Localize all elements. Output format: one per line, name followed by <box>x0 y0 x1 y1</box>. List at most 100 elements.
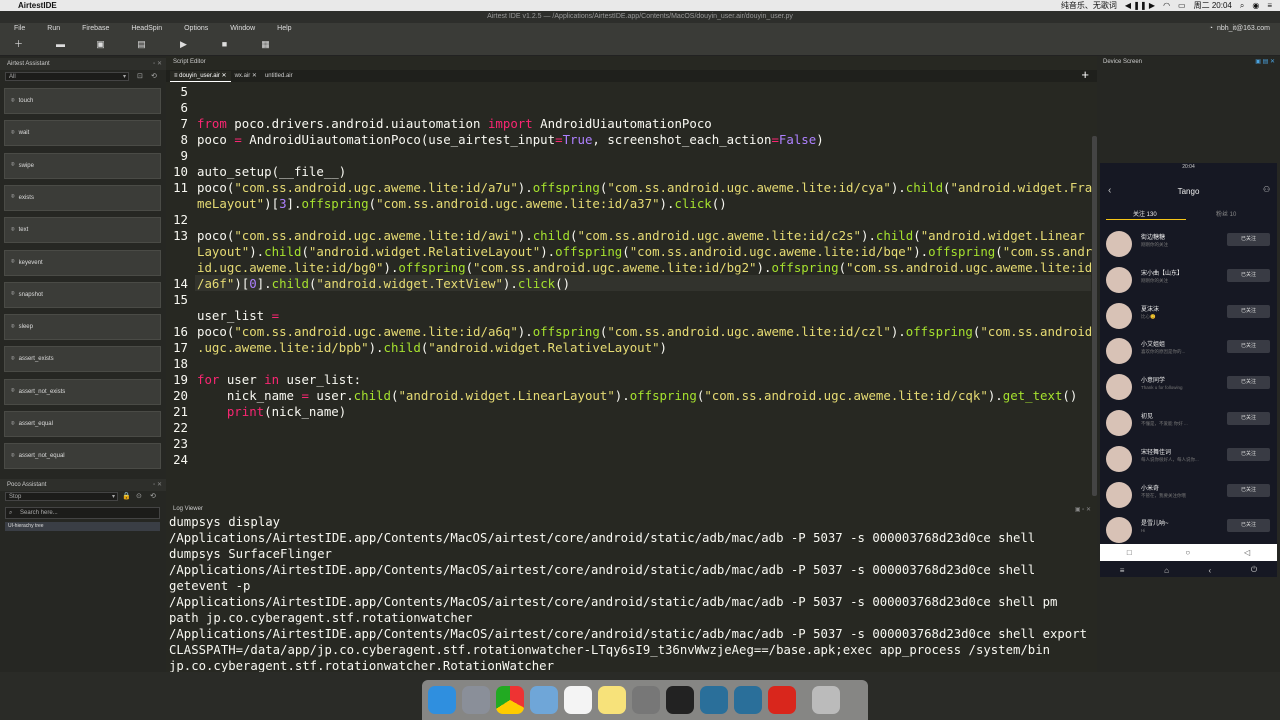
lock-icon[interactable]: 🔒 <box>122 492 131 500</box>
user-row[interactable]: 小艾姐姐 喜欢你的原因是你的... 已关注 <box>1100 332 1277 368</box>
avatar[interactable] <box>1106 445 1132 472</box>
refresh-icon[interactable]: ⟲ <box>150 492 156 500</box>
airtest-btn-swipe[interactable]: ⌾ swipe <box>4 152 161 179</box>
finder-icon[interactable] <box>428 686 456 714</box>
tab-douyin-user[interactable]: ≡ douyin_user.air ✕ <box>170 71 231 82</box>
reminders-icon[interactable] <box>564 686 592 714</box>
back-icon[interactable]: ‹ <box>1209 566 1212 575</box>
airtest-btn-sleep[interactable]: ⌾ sleep <box>4 314 161 341</box>
add-friend-icon[interactable]: ⚇ <box>1263 185 1270 194</box>
code-line[interactable]: poco("com.ss.android.ugc.aweme.lite:id/a… <box>197 180 1092 195</box>
airtest-btn-assert-equal[interactable]: ⌾ assert_equal <box>4 411 161 437</box>
capture-icon[interactable]: ⊡ <box>137 72 143 80</box>
run-icon[interactable]: ▶ <box>178 39 189 50</box>
home-icon[interactable]: ⌂ <box>1164 566 1169 575</box>
avatar[interactable] <box>1106 481 1132 508</box>
user-row[interactable]: 街边糖糖 刚刚你的关注 已关注 <box>1100 225 1277 261</box>
user-row[interactable]: 初见 不懂是，不爱能 你好 ... 已关注 <box>1100 404 1277 440</box>
netease-music-icon[interactable] <box>768 686 796 714</box>
panel-controls-icon[interactable]: ▣ ▫ ✕ <box>1075 506 1091 513</box>
trash-icon[interactable] <box>812 686 840 714</box>
menu-run[interactable]: Run <box>47 25 60 32</box>
menu-file[interactable]: File <box>14 25 25 32</box>
panel-controls-icon[interactable]: ▫ ✕ <box>153 58 162 70</box>
notification-icon[interactable]: ≡ <box>1267 1 1272 10</box>
user-row[interactable]: 夏沫沫 比心😊 已关注 <box>1100 297 1277 333</box>
code-line[interactable]: Layout").child("android.widget.RelativeL… <box>197 244 1100 259</box>
battery-icon[interactable]: ▭ <box>1178 1 1186 10</box>
close-icon[interactable]: ✕ <box>252 73 257 79</box>
code-line[interactable]: print(nick_name) <box>197 404 346 419</box>
avatar[interactable] <box>1106 374 1132 401</box>
airtest-ide-icon-2[interactable] <box>734 686 762 714</box>
code-line[interactable]: .ugc.aweme.lite:id/bpb").child("android.… <box>197 340 667 355</box>
wifi-icon[interactable]: ◠ <box>1163 1 1170 10</box>
airtest-btn-assert-not-equal[interactable]: ⌾ assert_not_equal <box>4 443 161 470</box>
tab-untitled[interactable]: untitled.air <box>261 71 297 82</box>
menu-icon[interactable]: ≡ <box>1120 566 1125 575</box>
avatar[interactable] <box>1106 410 1132 436</box>
tab-following[interactable]: 关注 130 <box>1133 209 1157 218</box>
code-line[interactable]: for user in user_list: <box>197 372 361 387</box>
code-line[interactable]: /a6f")[0].child("android.widget.TextView… <box>197 276 570 291</box>
siri-icon[interactable]: ◉ <box>1252 1 1259 10</box>
code-line[interactable]: user_list = <box>197 308 279 323</box>
inspect-icon[interactable]: ⊙ <box>136 492 142 500</box>
user-row[interactable]: 小米奇 不管在，我要关注你哦 已关注 <box>1100 476 1277 512</box>
following-button[interactable]: 已关注 <box>1227 483 1270 497</box>
airtest-btn-keyevent[interactable]: ⌾ keyevent <box>4 249 161 276</box>
tab-wx[interactable]: wx.air ✕ <box>231 71 261 82</box>
code-line[interactable]: meLayout")[3].offspring("com.ss.android.… <box>197 196 727 211</box>
menu-window[interactable]: Window <box>230 25 255 32</box>
mac-app-name[interactable]: AirtestIDE <box>18 1 57 10</box>
report-icon[interactable]: ▦ <box>260 39 271 50</box>
search-icon[interactable]: ⌕ <box>1240 1 1244 11</box>
save-icon[interactable]: ▣ <box>95 39 106 50</box>
now-playing-text[interactable]: 纯音乐、无歌词 <box>1061 0 1117 11</box>
following-button[interactable]: 已关注 <box>1227 447 1270 461</box>
avatar[interactable] <box>1106 517 1132 544</box>
phone-screen[interactable]: 20:04 ‹ Tango ⚇ 关注 130 粉丝 10 街边糖糖 刚刚你的关注已… <box>1100 163 1277 577</box>
ui-hierarchy-tree-item[interactable]: UI-hierachy tree <box>5 522 160 531</box>
account[interactable]: ◔ nbh_it@163.com <box>1209 25 1270 32</box>
panel-controls-icon[interactable]: ▫ ✕ <box>153 479 162 491</box>
airtest-btn-touch[interactable]: ⌾ touch <box>4 88 161 114</box>
back-triangle-icon[interactable]: ◁ <box>1244 548 1250 557</box>
airtest-btn-exists[interactable]: ⌾ exists <box>4 184 161 211</box>
following-button[interactable]: 已关注 <box>1227 233 1270 246</box>
tab-fans[interactable]: 粉丝 10 <box>1216 209 1236 218</box>
airtest-btn-snapshot[interactable]: ⌾ snapshot <box>4 281 161 308</box>
airtest-ide-icon[interactable] <box>700 686 728 714</box>
code-line[interactable]: auto_setup(__file__) <box>197 164 346 179</box>
stop-icon[interactable]: ■ <box>219 39 230 50</box>
code-line[interactable]: id.ugc.aweme.lite:id/bg0").offspring("co… <box>197 260 1092 275</box>
avatar[interactable] <box>1106 338 1132 365</box>
launchpad-icon[interactable] <box>462 686 490 714</box>
airtest-btn-assert-not-exists[interactable]: ⌾ assert_not_exists <box>4 378 161 405</box>
following-button[interactable]: 已关注 <box>1227 376 1270 390</box>
following-button[interactable]: 已关注 <box>1227 340 1270 354</box>
user-row[interactable]: 宋轻舞佳词 每人说你很好人，每人说你... 已关注 <box>1100 440 1277 476</box>
media-controls-icon[interactable]: ◀ ❚❚ ▶ <box>1125 1 1155 10</box>
menu-firebase[interactable]: Firebase <box>82 25 109 32</box>
filter-select[interactable]: All ▾ <box>5 72 129 81</box>
device-controls-icon[interactable]: ▣ ▤ ✕ <box>1255 58 1275 65</box>
user-row[interactable]: 宋小曲【山东】 刚刚你的关注 已关注 <box>1100 261 1277 297</box>
power-icon[interactable]: ⏻ <box>1251 565 1257 575</box>
avatar[interactable] <box>1106 231 1132 257</box>
preview-icon[interactable] <box>530 686 558 714</box>
chrome-icon[interactable] <box>496 686 524 714</box>
menu-help[interactable]: Help <box>277 25 291 32</box>
menu-headspin[interactable]: HeadSpin <box>131 25 162 32</box>
following-button[interactable]: 已关注 <box>1227 412 1270 425</box>
user-row[interactable]: 小意同学 Thank u for following 已关注 <box>1100 368 1277 404</box>
save-as-icon[interactable]: ▤ <box>136 39 147 50</box>
following-button[interactable]: 已关注 <box>1227 304 1270 318</box>
airtest-btn-wait[interactable]: ⌾ wait <box>4 120 161 147</box>
code-line[interactable]: from poco.drivers.android.uiautomation i… <box>197 116 712 131</box>
menu-options[interactable]: Options <box>184 25 208 32</box>
airtest-btn-assert-exists[interactable]: ⌾ assert_exists <box>4 346 161 373</box>
code-line[interactable]: poco("com.ss.android.ugc.aweme.lite:id/a… <box>197 324 1092 339</box>
poco-search-input[interactable]: ⌕ Search here... <box>5 507 160 519</box>
notes-icon[interactable] <box>598 686 626 714</box>
